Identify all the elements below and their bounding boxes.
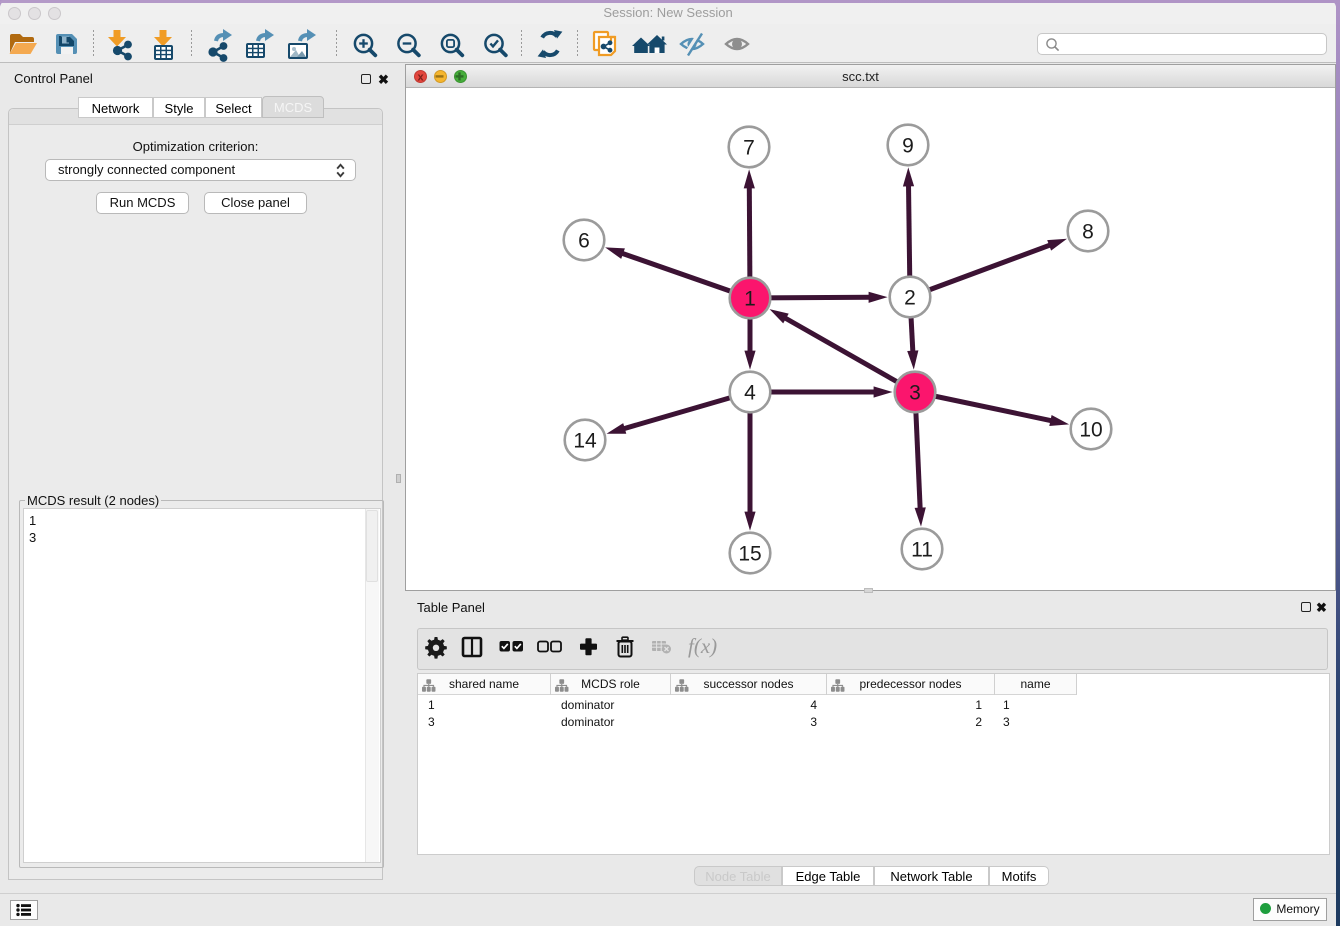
svg-text:8: 8 [1082,221,1094,244]
svg-text:10: 10 [1079,419,1102,442]
svg-text:1: 1 [744,288,756,311]
svg-text:15: 15 [738,543,761,566]
svg-text:14: 14 [573,430,597,453]
svg-text:3: 3 [909,382,921,405]
svg-text:7: 7 [743,137,755,160]
svg-text:4: 4 [744,382,756,405]
svg-text:2: 2 [904,287,916,310]
svg-text:9: 9 [902,135,914,158]
svg-text:11: 11 [911,539,933,562]
svg-text:6: 6 [578,230,590,253]
svg-text:f(x): f(x) [688,634,717,658]
